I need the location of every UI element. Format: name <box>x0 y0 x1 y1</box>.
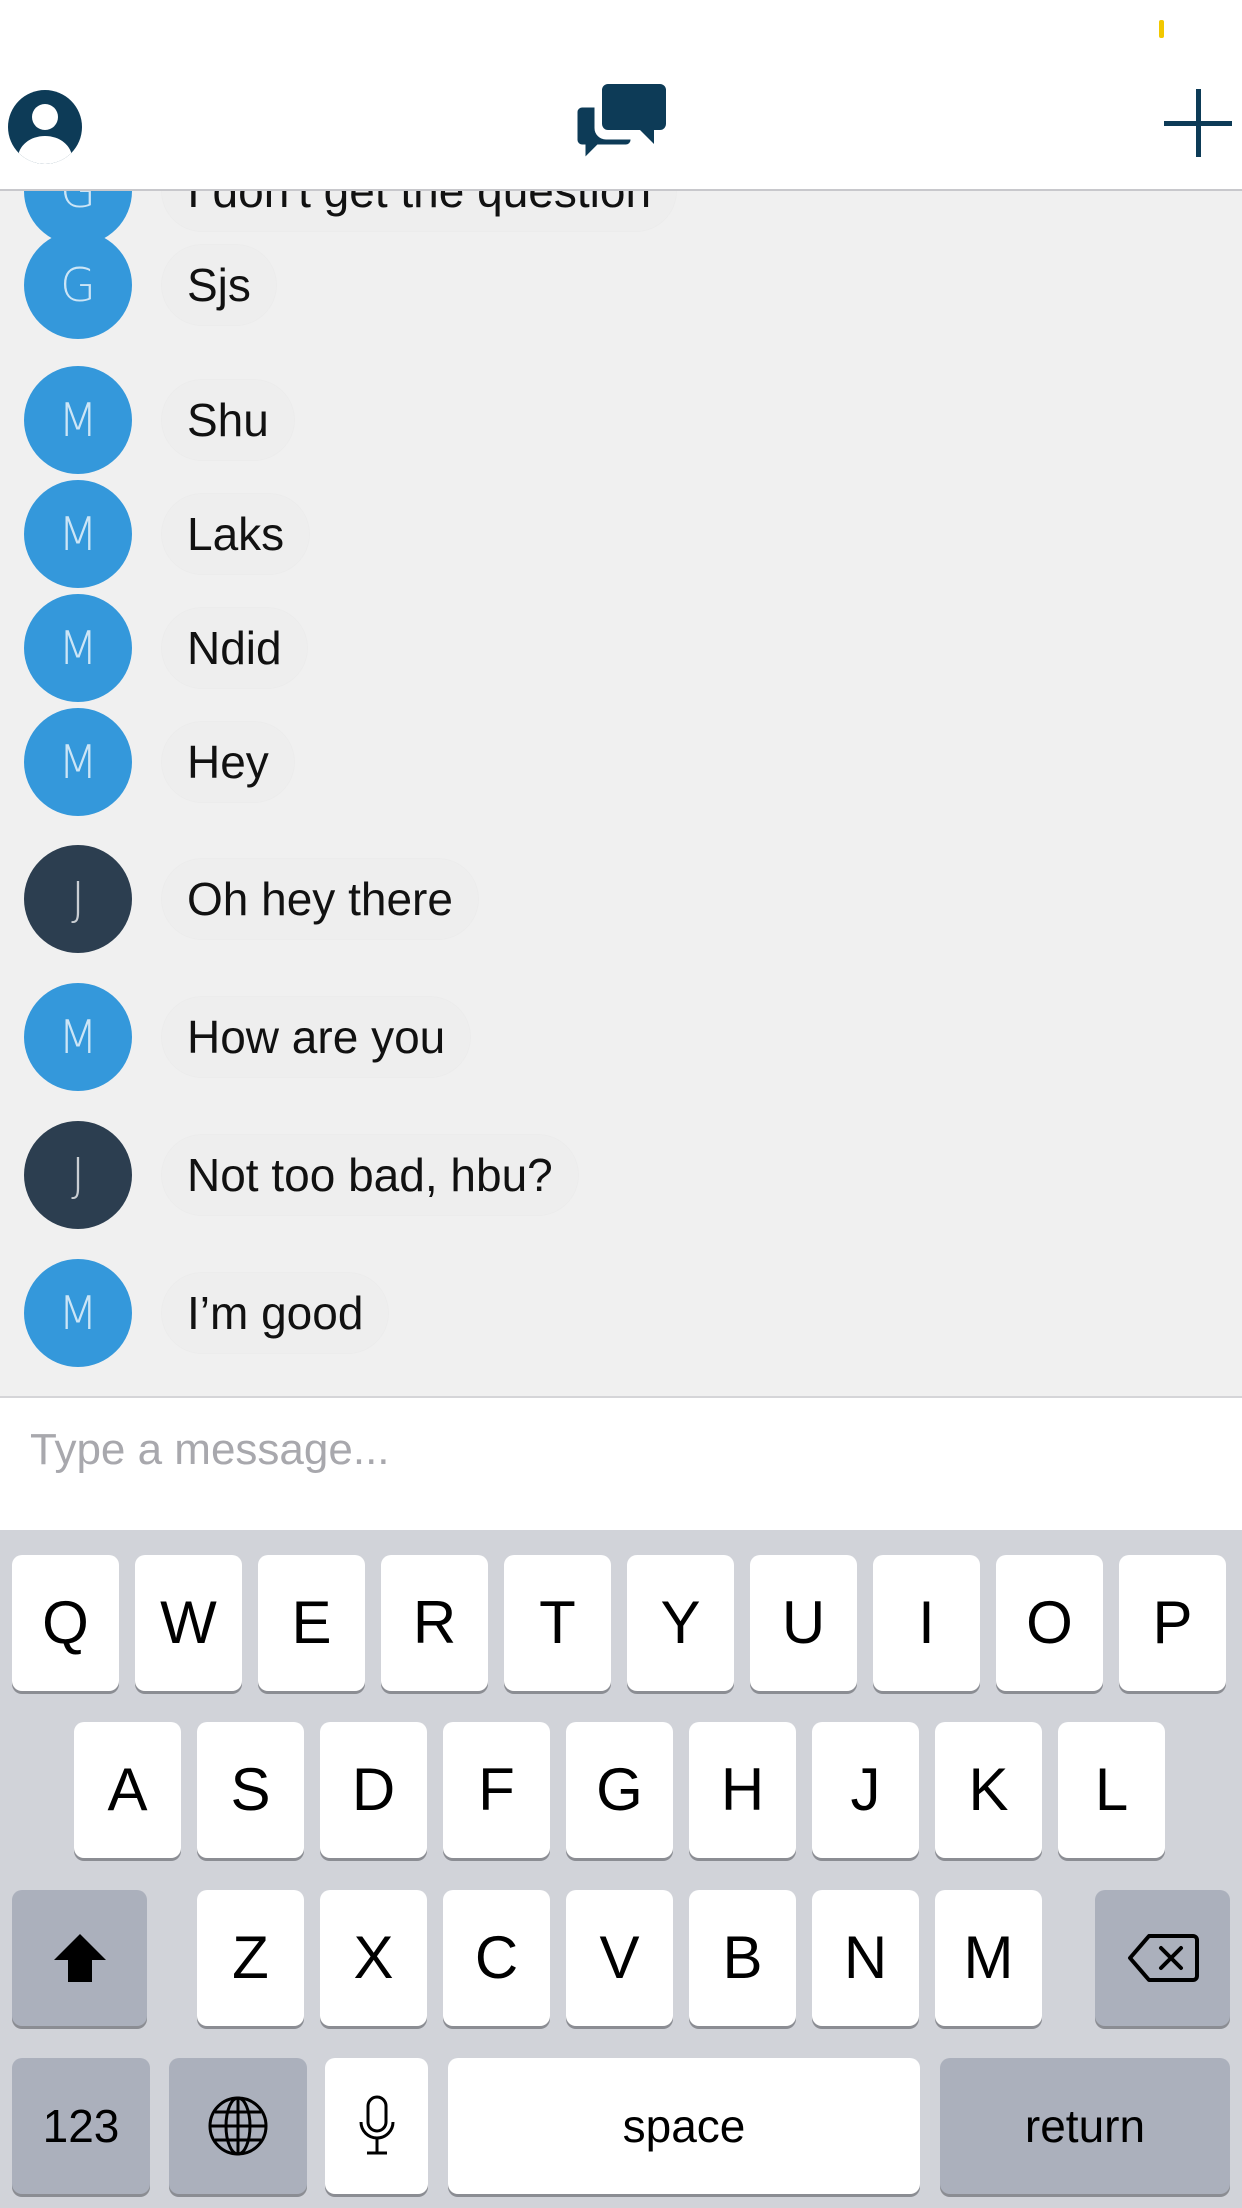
key-a[interactable]: A <box>74 1722 181 1858</box>
avatar: J <box>24 845 132 953</box>
key-m[interactable]: M <box>935 1890 1042 2026</box>
key-v[interactable]: V <box>566 1890 673 2026</box>
key-b[interactable]: B <box>689 1890 796 2026</box>
battery-indicator <box>1159 20 1164 38</box>
profile-icon <box>8 90 82 164</box>
new-chat-button[interactable] <box>1160 85 1236 161</box>
key-i[interactable]: I <box>873 1555 980 1691</box>
key-p[interactable]: P <box>1119 1555 1226 1691</box>
message-row: M Laks <box>0 480 1242 588</box>
avatar: M <box>24 708 132 816</box>
key-n[interactable]: N <box>812 1890 919 2026</box>
key-t[interactable]: T <box>504 1555 611 1691</box>
message-row: M Shu <box>0 366 1242 474</box>
message-bubble: Not too bad, hbu? <box>162 1135 578 1215</box>
message-bubble: I’m good <box>162 1273 389 1353</box>
message-bubble: Oh hey there <box>162 859 478 939</box>
app-header <box>0 60 1242 191</box>
status-bar <box>0 0 1242 60</box>
key-f[interactable]: F <box>443 1722 550 1858</box>
message-row: M I’m good <box>0 1259 1242 1367</box>
key-d[interactable]: D <box>320 1722 427 1858</box>
message-input[interactable] <box>30 1420 1210 1480</box>
message-row: M How are you <box>0 983 1242 1091</box>
key-z[interactable]: Z <box>197 1890 304 2026</box>
return-key[interactable]: return <box>940 2058 1230 2194</box>
message-bubble: Shu <box>162 380 294 460</box>
message-composer <box>0 1398 1242 1530</box>
avatar: J <box>24 1121 132 1229</box>
key-q[interactable]: Q <box>12 1555 119 1691</box>
message-bubble: How are you <box>162 997 471 1077</box>
avatar: M <box>24 366 132 474</box>
key-e[interactable]: E <box>258 1555 365 1691</box>
microphone-icon <box>359 2095 394 2155</box>
key-l[interactable]: L <box>1058 1722 1165 1858</box>
key-g[interactable]: G <box>566 1722 673 1858</box>
key-r[interactable]: R <box>381 1555 488 1691</box>
message-row: J Not too bad, hbu? <box>0 1121 1242 1229</box>
key-o[interactable]: O <box>996 1555 1103 1691</box>
avatar: M <box>24 594 132 702</box>
key-k[interactable]: K <box>935 1722 1042 1858</box>
chat-bubbles-icon <box>574 84 666 164</box>
shift-key[interactable] <box>12 1890 147 2026</box>
message-row: G Sjs <box>0 231 1242 339</box>
plus-icon <box>1164 89 1232 157</box>
backspace-icon <box>1127 1934 1199 1982</box>
space-key[interactable]: space <box>448 2058 920 2194</box>
message-row: M Ndid <box>0 594 1242 702</box>
avatar: M <box>24 480 132 588</box>
dictation-key[interactable] <box>325 2058 428 2194</box>
message-bubble: I don't get the question <box>162 191 677 231</box>
message-row: M Hey <box>0 708 1242 816</box>
key-w[interactable]: W <box>135 1555 242 1691</box>
globe-key[interactable] <box>169 2058 307 2194</box>
message-bubble: Laks <box>162 494 310 574</box>
globe-icon <box>208 2096 268 2156</box>
message-list[interactable]: G I don't get the question G Sjs M Shu M… <box>0 191 1242 1398</box>
shift-icon <box>53 1934 106 1982</box>
chats-button[interactable] <box>574 80 670 166</box>
message-bubble: Ndid <box>162 608 307 688</box>
key-h[interactable]: H <box>689 1722 796 1858</box>
numbers-key[interactable]: 123 <box>12 2058 150 2194</box>
keyboard: Q W E R T Y U I O P A S D F G H J K L Z … <box>0 1530 1242 2208</box>
key-x[interactable]: X <box>320 1890 427 2026</box>
message-bubble: Hey <box>162 722 294 802</box>
key-y[interactable]: Y <box>627 1555 734 1691</box>
avatar: M <box>24 1259 132 1367</box>
key-c[interactable]: C <box>443 1890 550 2026</box>
avatar: M <box>24 983 132 1091</box>
avatar: G <box>24 231 132 339</box>
key-j[interactable]: J <box>812 1722 919 1858</box>
message-row: J Oh hey there <box>0 845 1242 953</box>
profile-button[interactable] <box>6 88 84 166</box>
delete-key[interactable] <box>1095 1890 1230 2026</box>
message-bubble: Sjs <box>162 245 276 325</box>
key-s[interactable]: S <box>197 1722 304 1858</box>
key-u[interactable]: U <box>750 1555 857 1691</box>
